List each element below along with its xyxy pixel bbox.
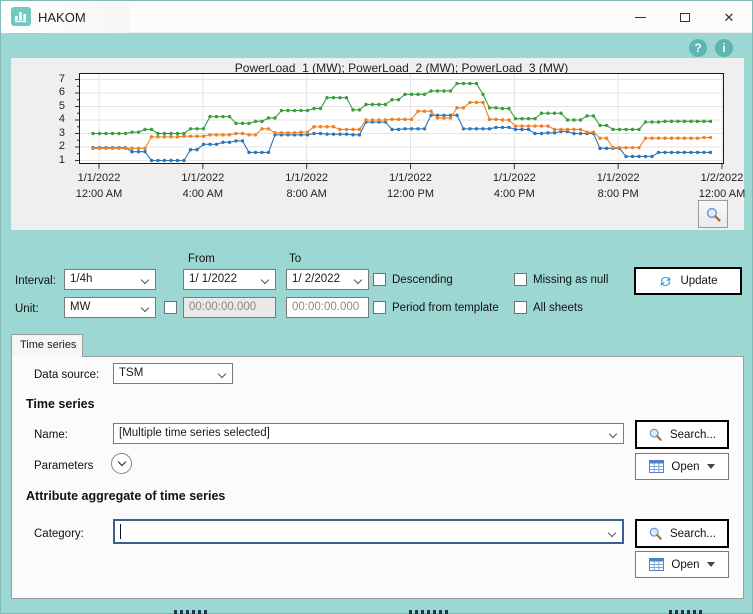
y-axis-tick-label: 6 bbox=[47, 86, 65, 98]
open-label: Open bbox=[671, 559, 699, 571]
x-axis-tick-label: 1/1/20228:00 AM bbox=[275, 171, 339, 203]
app-logo-icon bbox=[11, 7, 31, 26]
open-button[interactable]: Open bbox=[635, 453, 729, 480]
time-series-plot[interactable] bbox=[71, 73, 730, 173]
parameters-expander-button[interactable] bbox=[111, 453, 132, 474]
data-source-label: Data source: bbox=[34, 369, 99, 381]
period-from-template-checkbox[interactable] bbox=[373, 301, 386, 314]
chevron-down-icon bbox=[141, 304, 149, 312]
open-label: Open bbox=[671, 461, 699, 473]
missing-as-null-checkbox[interactable] bbox=[514, 273, 527, 286]
chevron-down-icon bbox=[117, 458, 125, 466]
dropdown-arrow-icon bbox=[707, 562, 715, 567]
name-label: Name: bbox=[34, 429, 68, 441]
chevron-down-icon bbox=[218, 370, 226, 378]
interval-label: Interval: bbox=[15, 275, 56, 287]
chevron-down-icon bbox=[141, 276, 149, 284]
category-combobox[interactable] bbox=[113, 519, 624, 544]
x-axis-tick-label: 1/2/202212:00 AM bbox=[690, 171, 753, 203]
y-axis-tick-label: 5 bbox=[47, 100, 65, 112]
minimize-button[interactable] bbox=[618, 1, 662, 33]
interval-combobox[interactable]: 1/4h bbox=[64, 269, 156, 290]
y-axis-tick-label: 4 bbox=[47, 113, 65, 125]
chevron-down-icon bbox=[609, 430, 617, 438]
chart-zoom-button[interactable] bbox=[698, 200, 728, 228]
search-button[interactable]: Search... bbox=[635, 420, 729, 449]
chart-panel: PowerLoad_1 (MW); PowerLoad_2 (MW); Powe… bbox=[11, 58, 744, 230]
data-source-combobox[interactable]: TSM bbox=[113, 363, 233, 384]
search-label: Search... bbox=[670, 429, 716, 441]
dropdown-arrow-icon bbox=[707, 464, 715, 469]
chevron-down-icon bbox=[354, 276, 362, 284]
to-date-picker[interactable]: 1/ 2/2022 bbox=[286, 269, 369, 290]
x-axis-tick-label: 1/1/202212:00 PM bbox=[379, 171, 443, 203]
sync-icon bbox=[658, 274, 673, 289]
x-axis-tick-label: 1/1/20228:00 PM bbox=[586, 171, 650, 203]
help-icon[interactable]: ? bbox=[689, 39, 707, 57]
update-button[interactable]: Update bbox=[634, 267, 742, 295]
title-bar: HAKOM ✕ bbox=[1, 1, 752, 33]
tab-time-series[interactable]: Time series bbox=[11, 334, 83, 357]
unit-value: MW bbox=[70, 301, 90, 313]
category-search-button[interactable]: Search... bbox=[635, 519, 729, 548]
background-clipped-text bbox=[174, 610, 208, 614]
x-axis-tick-label: 1/1/20224:00 PM bbox=[482, 171, 546, 203]
category-open-button[interactable]: Open bbox=[635, 551, 729, 578]
name-combobox[interactable]: [Multiple time series selected] bbox=[113, 423, 624, 444]
table-icon bbox=[649, 558, 664, 571]
descending-checkbox[interactable] bbox=[373, 273, 386, 286]
search-label: Search... bbox=[670, 528, 716, 540]
time-from-field[interactable]: 00:00:00.000 bbox=[183, 297, 276, 318]
interval-value: 1/4h bbox=[70, 273, 92, 285]
unit-combobox[interactable]: MW bbox=[64, 297, 156, 318]
close-button[interactable]: ✕ bbox=[707, 1, 751, 33]
search-icon bbox=[648, 427, 663, 442]
time-series-heading: Time series bbox=[26, 397, 95, 411]
from-date-value: 1/ 1/2022 bbox=[189, 273, 237, 285]
y-axis-tick-label: 3 bbox=[47, 127, 65, 139]
close-icon: ✕ bbox=[724, 11, 735, 24]
table-icon bbox=[649, 460, 664, 473]
maximize-button[interactable] bbox=[663, 1, 707, 33]
category-label: Category: bbox=[34, 528, 84, 540]
window-title: HAKOM bbox=[38, 10, 86, 25]
all-sheets-label: All sheets bbox=[533, 302, 583, 314]
missing-as-null-label: Missing as null bbox=[533, 274, 608, 286]
from-label: From bbox=[188, 253, 215, 265]
unit-label: Unit: bbox=[15, 303, 39, 315]
data-source-value: TSM bbox=[119, 367, 143, 379]
time-to-field[interactable]: 00:00:00.000 bbox=[286, 297, 369, 318]
attribute-aggregate-heading: Attribute aggregate of time series bbox=[26, 489, 225, 503]
y-axis-tick-label: 1 bbox=[47, 154, 65, 166]
x-axis-tick-label: 1/1/20224:00 AM bbox=[171, 171, 235, 203]
descending-label: Descending bbox=[392, 274, 453, 286]
background-clipped-text bbox=[669, 610, 703, 614]
update-label: Update bbox=[680, 275, 717, 287]
background-clipped-text bbox=[409, 610, 448, 614]
from-date-picker[interactable]: 1/ 1/2022 bbox=[183, 269, 276, 290]
y-axis-tick-label: 7 bbox=[47, 73, 65, 85]
search-icon bbox=[648, 526, 663, 541]
magnifier-icon bbox=[705, 206, 722, 223]
y-axis-tick-label: 2 bbox=[47, 140, 65, 152]
to-label: To bbox=[289, 253, 301, 265]
minimize-icon bbox=[635, 17, 646, 18]
app-window: HAKOM ✕ ? i PowerLoad_1 (MW); PowerLoad_… bbox=[0, 0, 753, 614]
use-time-checkbox[interactable] bbox=[164, 301, 177, 314]
chevron-down-icon bbox=[261, 276, 269, 284]
maximize-icon bbox=[680, 13, 690, 22]
name-value: [Multiple time series selected] bbox=[119, 427, 270, 439]
text-caret bbox=[120, 524, 121, 539]
info-icon[interactable]: i bbox=[715, 39, 733, 57]
to-date-value: 1/ 2/2022 bbox=[292, 273, 340, 285]
period-from-template-label: Period from template bbox=[392, 302, 499, 314]
parameters-label: Parameters bbox=[34, 460, 93, 472]
x-axis-tick-label: 1/1/202212:00 AM bbox=[67, 171, 131, 203]
chevron-down-icon bbox=[608, 529, 616, 537]
all-sheets-checkbox[interactable] bbox=[514, 301, 527, 314]
